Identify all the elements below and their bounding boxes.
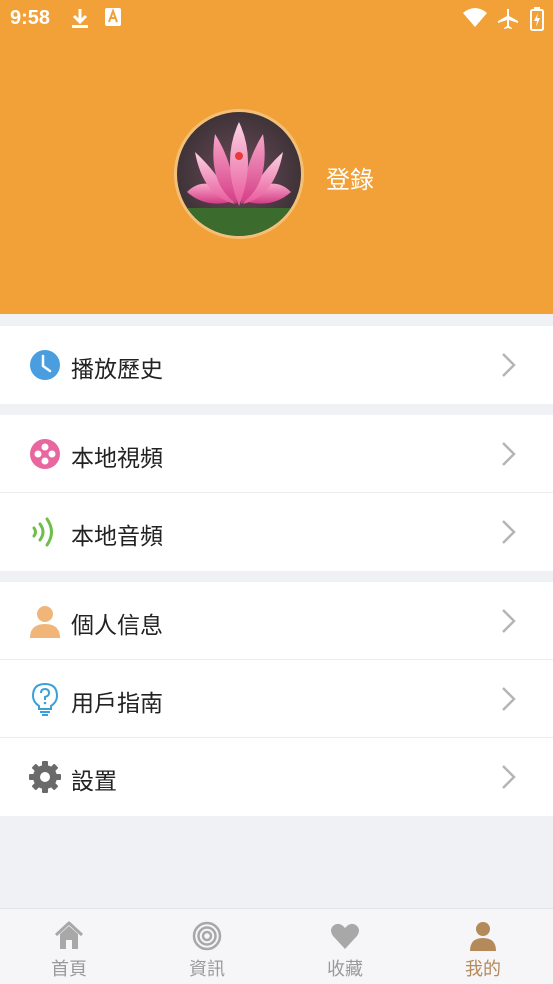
download-icon	[70, 7, 90, 33]
person-icon	[28, 604, 62, 638]
a-notification-icon	[104, 7, 122, 31]
tab-favorites[interactable]: 收藏	[276, 909, 414, 984]
menu-item-label: 設置	[71, 769, 117, 795]
tab-label: 收藏	[327, 959, 363, 980]
chevron-right-icon	[496, 686, 520, 712]
status-time: 9:58	[10, 7, 51, 29]
profile-header: 9:58 登錄	[0, 0, 553, 314]
bottom-tab-bar: 首頁 資訊 收藏 我的	[0, 908, 553, 984]
menu-item-play-history[interactable]: 播放歷史	[0, 326, 553, 404]
chevron-right-icon	[496, 352, 520, 378]
login-label[interactable]: 登錄	[326, 160, 374, 195]
tab-home[interactable]: 首頁	[0, 909, 138, 984]
person-icon	[467, 920, 499, 952]
menu-item-label: 本地視頻	[71, 446, 163, 472]
sound-wave-icon	[28, 515, 62, 549]
chevron-right-icon	[496, 441, 520, 467]
menu-item-local-audio[interactable]: 本地音頻	[0, 493, 553, 571]
battery-charging-icon	[530, 7, 544, 35]
menu-item-label: 播放歷史	[71, 357, 163, 383]
menu-item-label: 本地音頻	[71, 524, 163, 550]
clock-icon	[28, 348, 62, 382]
wifi-icon	[462, 7, 488, 33]
menu-item-label: 用戶指南	[71, 691, 163, 717]
menu-item-personal-info[interactable]: 個人信息	[0, 582, 553, 660]
chevron-right-icon	[496, 519, 520, 545]
menu-item-local-video[interactable]: 本地視頻	[0, 415, 553, 493]
chevron-right-icon	[496, 764, 520, 790]
home-icon	[53, 920, 85, 952]
airplane-icon	[496, 7, 520, 35]
menu-item-settings[interactable]: 設置	[0, 738, 553, 816]
film-reel-icon	[28, 437, 62, 471]
menu-group-account: 個人信息 用戶指南 設置	[0, 582, 553, 816]
status-bar: 9:58	[0, 0, 553, 38]
menu-item-user-guide[interactable]: 用戶指南	[0, 660, 553, 738]
menu-group-local-media: 本地視頻 本地音頻	[0, 415, 553, 571]
menu-item-label: 個人信息	[71, 613, 163, 639]
tab-label: 首頁	[51, 959, 87, 980]
menu-group-history: 播放歷史	[0, 326, 553, 404]
lightbulb-question-icon	[28, 682, 62, 716]
gear-icon	[28, 760, 62, 794]
heart-icon	[329, 920, 361, 952]
chevron-right-icon	[496, 608, 520, 634]
target-icon	[191, 920, 223, 952]
tab-news[interactable]: 資訊	[138, 909, 276, 984]
tab-label: 我的	[465, 959, 501, 980]
avatar[interactable]	[174, 109, 304, 239]
tab-label: 資訊	[189, 959, 225, 980]
tab-mine[interactable]: 我的	[414, 909, 552, 984]
